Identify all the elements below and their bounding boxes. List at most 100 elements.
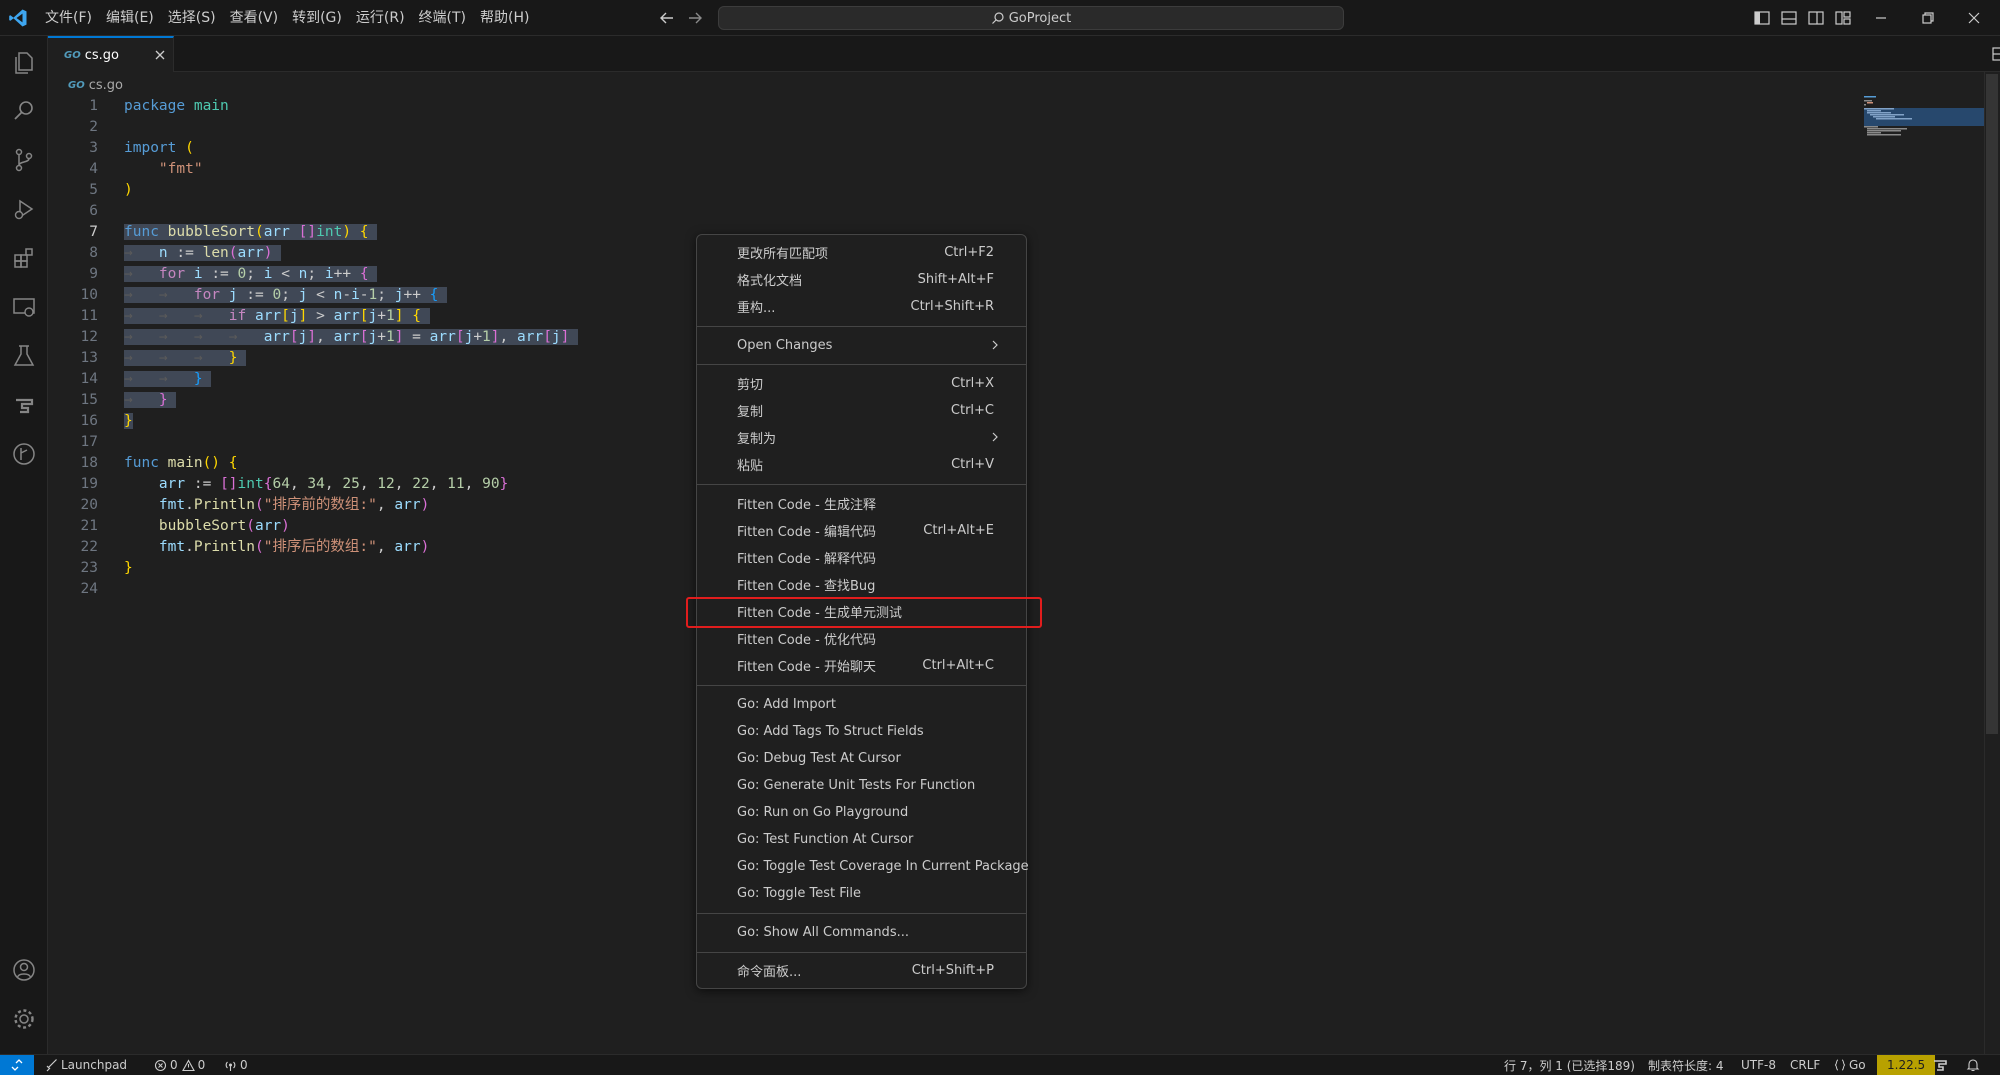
gear-icon[interactable] [10,1005,38,1033]
minimize-icon[interactable] [1869,6,1893,30]
menu-item-fitten-explain-code[interactable]: Fitten Code - 解释代码 [705,544,1018,570]
menu-separator [697,913,1026,914]
minimap-slider[interactable] [1864,108,1984,126]
run-debug-icon[interactable] [10,195,38,223]
command-center-search[interactable]: GoProject [718,6,1344,30]
menu-item-go-run-playground[interactable]: Go: Run on Go Playground [705,799,1018,825]
bell-icon[interactable] [1966,1058,1980,1072]
arrow-left-icon[interactable] [656,7,678,29]
warning-count: 0 [197,1058,206,1072]
menu-item-go-add-tags[interactable]: Go: Add Tags To Struct Fields [705,718,1018,744]
menu-item-copy-as[interactable]: 复制为 [705,424,1018,450]
menu-separator [697,364,1026,365]
extensions-icon[interactable] [10,244,38,272]
menu-view[interactable]: 查看(V) [223,0,286,36]
source-control-icon[interactable] [10,146,38,174]
tab-cs-go[interactable]: GO cs.go [48,36,174,72]
menu-edit[interactable]: 编辑(E) [99,0,161,36]
menu-item-fitten-edit-code[interactable]: Fitten Code - 编辑代码 Ctrl+Alt+E [705,517,1018,543]
arrow-right-icon[interactable] [684,7,706,29]
fitten-code-status-icon[interactable] [1932,1058,1948,1072]
search-icon[interactable] [10,97,38,125]
explorer-icon[interactable] [10,48,38,76]
file-encoding[interactable]: UTF-8 [1741,1055,1776,1075]
menu-item-cut[interactable]: 剪切 Ctrl+X [705,370,1018,396]
chevron-right-icon [992,432,998,442]
error-icon [154,1059,167,1071]
go-file-icon: GO [64,49,81,61]
code-line: 2 [89,119,98,135]
rocket-icon [46,1059,57,1072]
menu-item-paste[interactable]: 粘贴 Ctrl+V [705,451,1018,477]
menu-run[interactable]: 运行(R) [349,0,412,36]
scrollbar-thumb[interactable] [1986,74,1998,734]
ports-count: 0 [240,1058,248,1072]
menu-bar: 文件(F) 编辑(E) 选择(S) 查看(V) 转到(G) 运行(R) 终端(T… [38,0,536,36]
menu-item-go-add-import[interactable]: Go: Add Import [705,691,1018,717]
go-file-icon: GO [68,79,85,91]
menu-separator [697,326,1026,327]
customize-layout-icon[interactable] [1833,8,1853,28]
menu-item-fitten-find-bug[interactable]: Fitten Code - 查找Bug [705,571,1018,597]
ports-indicator[interactable]: 0 [224,1055,248,1075]
tab-size[interactable]: 制表符长度: 4 [1648,1055,1724,1075]
remote-icon [11,1059,23,1071]
menu-item-fitten-start-chat[interactable]: Fitten Code - 开始聊天 Ctrl+Alt+C [705,652,1018,678]
menu-item-fitten-optimize-code[interactable]: Fitten Code - 优化代码 [705,625,1018,651]
menu-item-fitten-generate-comments[interactable]: Fitten Code - 生成注释 [705,490,1018,516]
menu-item-refactor[interactable]: 重构... Ctrl+Shift+R [705,293,1018,319]
search-icon [991,12,1004,24]
menu-item-copy[interactable]: 复制 Ctrl+C [705,397,1018,423]
menu-go[interactable]: 转到(G) [285,0,349,36]
testing-icon[interactable] [10,342,38,370]
menu-item-go-show-all-commands[interactable]: Go: Show All Commands... [705,919,1018,945]
remote-explorer-icon[interactable] [10,293,38,321]
end-of-line[interactable]: CRLF [1790,1055,1820,1075]
menu-item-command-palette[interactable]: 命令面板... Ctrl+Shift+P [705,957,1018,983]
problems-indicator[interactable]: 0 0 [154,1055,205,1075]
go-version-badge[interactable]: 1.22.5 [1877,1055,1936,1075]
breadcrumb[interactable]: GO cs.go [68,76,123,94]
menu-item-go-toggle-coverage[interactable]: Go: Toggle Test Coverage In Current Pack… [705,853,1029,879]
toggle-secondary-sidebar-icon[interactable] [1806,8,1826,28]
launchpad-button[interactable]: Launchpad [44,1055,127,1075]
menu-help[interactable]: 帮助(H) [473,0,536,36]
restore-icon[interactable] [1916,6,1940,30]
code-line: 6 [89,203,98,219]
editor-tab-bar: GO cs.go [48,36,2000,72]
close-icon[interactable] [1962,6,1986,30]
toggle-primary-sidebar-icon[interactable] [1752,8,1772,28]
menu-separator [697,484,1026,485]
cursor-position[interactable]: 行 7，列 1 (已选择189) [1504,1055,1635,1075]
minimap[interactable] [1864,96,1984,156]
activity-bar [0,36,48,1054]
git-graph-icon[interactable] [10,440,38,468]
warning-icon [181,1058,195,1071]
language-mode[interactable]: Go [1834,1055,1866,1075]
braces-icon [1834,1059,1846,1071]
breadcrumb-file[interactable]: cs.go [89,78,123,93]
remote-indicator[interactable] [0,1055,34,1075]
menu-item-go-debug-test[interactable]: Go: Debug Test At Cursor [705,745,1018,771]
menu-item-go-toggle-test-file[interactable]: Go: Toggle Test File [705,880,1018,906]
split-editor-icon[interactable] [1990,44,2000,64]
menu-item-go-test-function[interactable]: Go: Test Function At Cursor [705,826,1018,852]
vscode-logo-icon [9,9,27,27]
title-bar: 文件(F) 编辑(E) 选择(S) 查看(V) 转到(G) 运行(R) 终端(T… [0,0,2000,36]
launchpad-label: Launchpad [61,1058,128,1072]
close-icon[interactable] [152,47,168,63]
menu-separator [697,952,1026,953]
annotation-highlight-box [686,597,1042,628]
menu-item-go-generate-unit-tests[interactable]: Go: Generate Unit Tests For Function [705,772,1018,798]
chevron-right-icon [992,340,998,350]
fitten-code-icon[interactable] [10,391,38,419]
menu-selection[interactable]: 选择(S) [161,0,223,36]
menu-terminal[interactable]: 终端(T) [412,0,473,36]
menu-file[interactable]: 文件(F) [38,0,99,36]
accounts-icon[interactable] [10,956,38,984]
menu-item-open-changes[interactable]: Open Changes [705,332,1018,358]
tab-label: cs.go [84,47,119,63]
menu-item-format-document[interactable]: 格式化文档 Shift+Alt+F [705,266,1018,292]
menu-item-change-all-occurrences[interactable]: 更改所有匹配项 Ctrl+F2 [705,239,1018,265]
toggle-panel-icon[interactable] [1779,8,1799,28]
